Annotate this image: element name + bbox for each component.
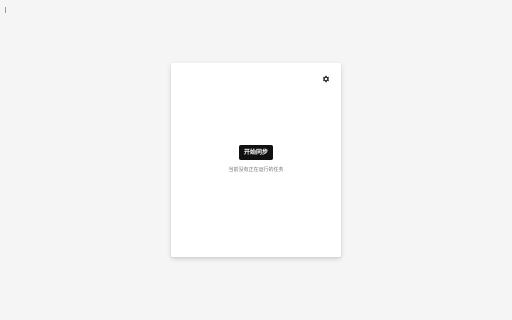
sync-panel: 开始同步 当前没有正在运行的任务 [171, 145, 341, 174]
page: 开始同步 当前没有正在运行的任务 [0, 0, 512, 320]
text-caret [5, 7, 6, 13]
sync-card: 开始同步 当前没有正在运行的任务 [171, 63, 341, 257]
settings-gear-icon[interactable] [322, 75, 330, 83]
start-sync-button[interactable]: 开始同步 [238, 145, 273, 160]
status-text: 当前没有正在运行的任务 [228, 167, 284, 173]
